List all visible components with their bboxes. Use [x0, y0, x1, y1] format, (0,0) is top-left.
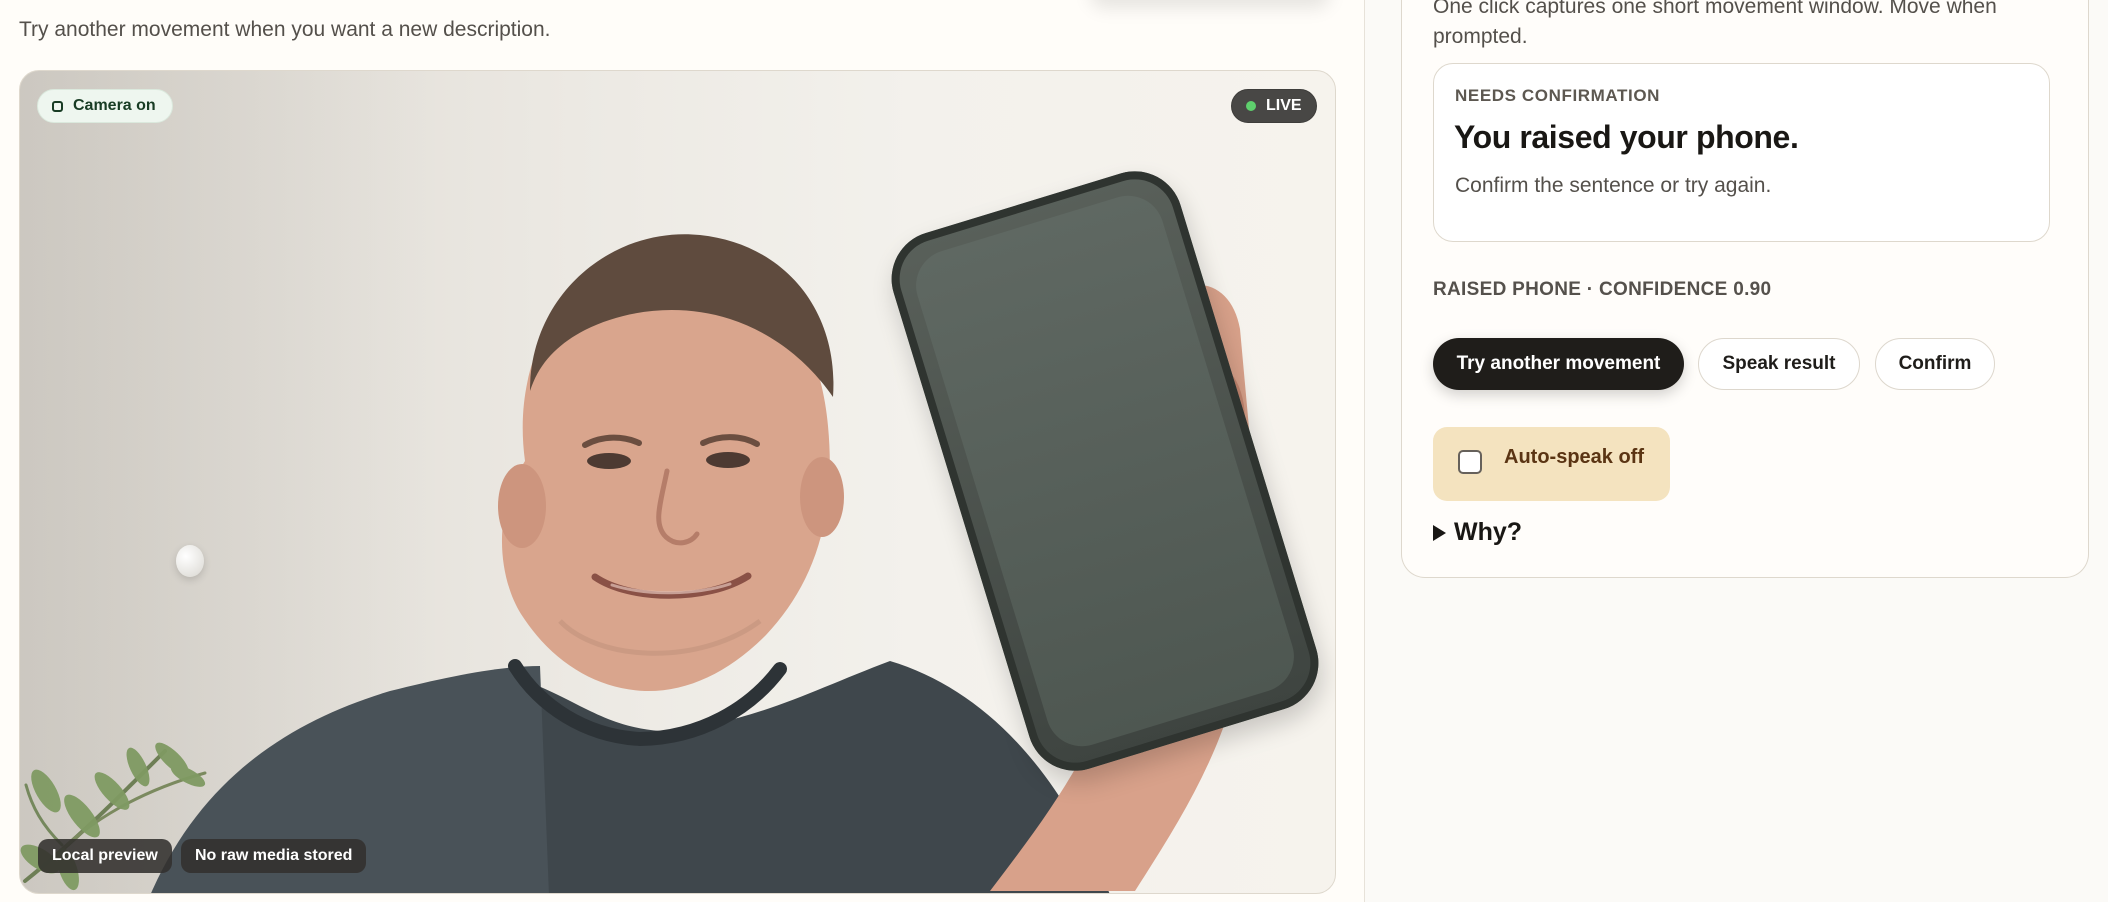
try-another-movement-button[interactable]: Try another movement: [1433, 338, 1684, 390]
status-kicker: NEEDS CONFIRMATION: [1455, 86, 1661, 105]
camera-status-badge: Camera on: [37, 89, 173, 123]
confirm-button[interactable]: Confirm: [1875, 338, 1995, 390]
capture-instructions: One click captures one short movement wi…: [1433, 0, 1997, 48]
result-confidence-label: RAISED PHONE · CONFIDENCE 0.90: [1433, 279, 1772, 300]
no-raw-media-badge: No raw media stored: [181, 839, 367, 873]
local-preview-badge: Local preview: [38, 839, 172, 873]
camera-status-label: Camera on: [73, 97, 156, 114]
app-page: Try another movement when you want a new…: [0, 0, 2108, 902]
speak-result-button[interactable]: Speak result: [1698, 338, 1860, 390]
why-disclosure[interactable]: Why?: [1433, 518, 1522, 547]
camera-preview: [19, 70, 1336, 894]
status-title: You raised your phone.: [1454, 119, 1799, 155]
live-badge: LIVE: [1231, 89, 1317, 123]
no-raw-media-label: No raw media stored: [195, 847, 353, 864]
live-dot-icon: [1246, 101, 1256, 111]
status-copy: Confirm the sentence or try again.: [1455, 174, 1772, 197]
camera-panel: Try another movement when you want a new…: [0, 0, 1364, 902]
live-label: LIVE: [1266, 97, 1302, 114]
camera-icon: [52, 100, 63, 112]
why-label: Why?: [1454, 518, 1523, 546]
local-preview-label: Local preview: [52, 847, 158, 864]
movement-hint: Try another movement when you want a new…: [19, 18, 551, 41]
auto-speak-label: Auto-speak off: [1504, 446, 1644, 468]
checkbox-icon[interactable]: [1458, 450, 1482, 474]
disclosure-triangle-icon: [1433, 525, 1446, 541]
